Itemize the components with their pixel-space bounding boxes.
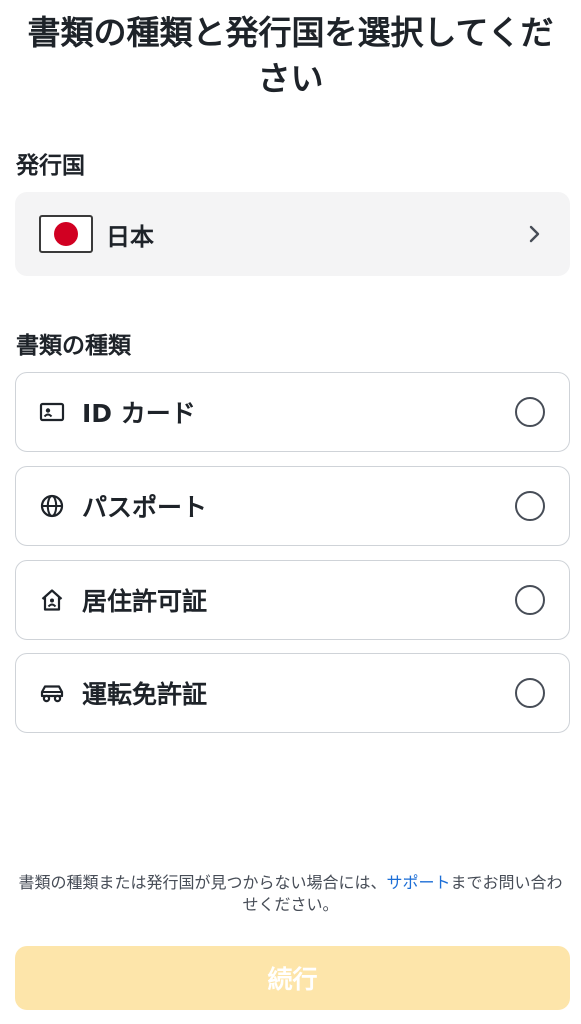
selected-country-name: 日本 — [106, 222, 154, 251]
help-text: 書類の種類または発行国が見つからない場合には、サポートまでお問い合わせください。 — [16, 872, 565, 916]
country-selector[interactable]: 日本 — [15, 192, 570, 276]
radio-button[interactable] — [515, 491, 545, 521]
globe-icon — [38, 492, 66, 520]
radio-button[interactable] — [515, 397, 545, 427]
support-link[interactable]: サポート — [386, 873, 450, 892]
option-id-card[interactable]: ID カード — [15, 372, 570, 452]
option-label: 運転免許証 — [82, 680, 208, 709]
id-card-icon — [38, 398, 66, 426]
house-icon — [38, 586, 66, 614]
option-drivers-license[interactable]: 運転免許証 — [15, 653, 570, 733]
chevron-right-icon — [524, 223, 546, 245]
continue-button[interactable]: 続行 — [15, 946, 570, 1010]
page-title: 書類の種類と発行国を選択してください — [27, 13, 554, 98]
radio-button[interactable] — [515, 678, 545, 708]
radio-button[interactable] — [515, 585, 545, 615]
document-type-section-label: 書類の種類 — [16, 333, 131, 359]
option-label: 居住許可証 — [82, 587, 208, 616]
option-passport[interactable]: パスポート — [15, 466, 570, 546]
document-selection-page: 書類の種類と発行国を選択してください 発行国 日本 書類の種類 ID カード パ… — [0, 0, 581, 1024]
japan-flag-icon — [39, 215, 93, 253]
option-residence-permit[interactable]: 居住許可証 — [15, 560, 570, 640]
option-label: ID カード — [82, 399, 196, 428]
country-section-label: 発行国 — [16, 153, 85, 179]
option-label: パスポート — [82, 493, 208, 522]
car-icon — [38, 679, 66, 707]
flag-red-circle — [54, 222, 78, 246]
help-text-before: 書類の種類または発行国が見つからない場合には、 — [18, 873, 387, 892]
